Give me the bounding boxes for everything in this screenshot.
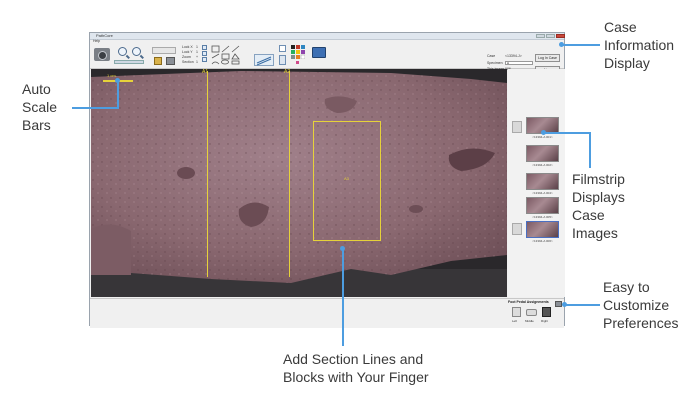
callout-line: Displays [572, 189, 625, 205]
filmstrip-callout: Filmstrip Displays Case Images [572, 170, 625, 242]
callout-line: Information [604, 37, 675, 53]
callout-line: Display [604, 55, 650, 71]
specimen-select[interactable]: A [505, 61, 533, 65]
callout-line: Filmstrip [572, 171, 625, 187]
section-label: Section [182, 60, 194, 64]
lock-x-value[interactable]: 1 [196, 45, 198, 49]
filmstrip-thumbnail[interactable] [526, 197, 559, 214]
lock-y-value[interactable]: 1 [196, 50, 198, 54]
callout-line: Images [572, 225, 618, 241]
filmstrip-thumbnail-selected[interactable] [526, 221, 559, 238]
leader-line [589, 132, 591, 168]
maximize-button[interactable] [546, 34, 555, 38]
measure-icon[interactable] [254, 53, 274, 66]
leader-dot [340, 246, 345, 251]
case-info-callout: Case Information Display [604, 18, 674, 72]
close-button[interactable] [556, 34, 565, 38]
tissue-image [91, 69, 507, 297]
grid-icon[interactable] [202, 45, 207, 50]
section-line-label: A1 [202, 69, 209, 75]
leader-line [545, 132, 591, 134]
camera-icon[interactable] [94, 48, 110, 61]
scroll-down-icon[interactable] [512, 223, 522, 235]
section-line[interactable] [207, 71, 208, 277]
leader-dot [562, 302, 567, 307]
leader-dot [559, 42, 564, 47]
specimen-label: Specimen [487, 61, 503, 65]
callout-line: Case [604, 19, 637, 35]
settings-icon[interactable] [555, 301, 562, 307]
filmstrip: <13394-A 001> <13394-A 002> <13394-A 004… [508, 69, 565, 297]
folder-icon[interactable] [154, 57, 162, 65]
drawing-tools [211, 45, 241, 65]
leader-line [117, 80, 119, 109]
image-viewer[interactable]: 1 cm A1 A2 A3 [91, 69, 507, 297]
callout-line: Add Section Lines and [283, 351, 424, 367]
case-label: Case [487, 54, 496, 58]
block-rectangle[interactable]: A3 [313, 121, 381, 241]
leader-line [563, 44, 600, 46]
case-value: <13394-J> [505, 54, 522, 58]
callout-line: Preferences [603, 315, 679, 331]
callout-line: Bars [22, 117, 51, 133]
leader-line [72, 107, 118, 109]
pedal-middle-label: Middle [525, 319, 534, 323]
thumbnail-caption: <13394-A 004> [532, 191, 553, 195]
callout-line: Blocks with Your Finger [283, 369, 429, 385]
thumbnail-caption: <13394-A 006> [532, 239, 553, 243]
printer-icon[interactable] [166, 57, 175, 65]
zoom-in-icon[interactable] [118, 47, 127, 56]
zoom-fit-icon[interactable] [279, 55, 286, 65]
trash-icon[interactable] [542, 307, 551, 317]
minimize-button[interactable] [536, 34, 545, 38]
callout-line: Auto [22, 81, 51, 97]
scale-bar-label: 1 cm [107, 73, 116, 78]
callout-line: Easy to [603, 279, 650, 295]
zoom-slider[interactable] [114, 60, 144, 64]
scroll-up-icon[interactable] [512, 121, 522, 133]
app-window: PathCore Help Lock X Lock Y Zoom Section… [89, 32, 565, 328]
pedal-right-label: Right [541, 319, 549, 323]
grid-icon[interactable] [202, 57, 207, 62]
color-indicator [296, 61, 299, 64]
section-value[interactable]: 1 [196, 60, 198, 64]
leader-line [566, 304, 600, 306]
specimen-value: A [507, 61, 510, 65]
zoom-label: Zoom [182, 55, 191, 59]
thumbnail-caption: <13394-A 005> [532, 215, 553, 219]
lock-y-label: Lock Y [182, 50, 193, 54]
filmstrip-thumbnail[interactable] [526, 145, 559, 162]
block-label: A3 [344, 176, 349, 181]
callout-line: Scale [22, 99, 58, 115]
leader-line [342, 248, 344, 346]
pedal-left-icon[interactable] [512, 307, 521, 317]
section-lines-callout: Add Section Lines and Blocks with Your F… [283, 350, 429, 386]
grid-icon[interactable] [202, 51, 207, 56]
leader-dot [115, 78, 120, 83]
section-line-label: A2 [284, 69, 291, 75]
lock-x-label: Lock X [182, 45, 193, 49]
bottom-panel: Foot Pedal Assignments Left Middle Right [90, 298, 564, 328]
color-palette[interactable] [291, 45, 306, 60]
preferences-callout: Easy to Customize Preferences [603, 278, 678, 332]
thumbnail-caption: <13394-A 001> [532, 135, 553, 139]
monitor-icon[interactable] [312, 47, 326, 58]
auto-scale-callout: Auto Scale Bars [22, 80, 57, 134]
zoom-value[interactable]: + [196, 55, 198, 59]
thumbnail-caption: <13394-A 002> [532, 163, 553, 167]
log-in-case-button[interactable]: Log In Case [535, 54, 560, 62]
foot-pedal-title: Foot Pedal Assignments [508, 300, 549, 304]
callout-line: Case [572, 207, 605, 223]
filmstrip-thumbnail[interactable] [526, 173, 559, 190]
toolbar: Lock X Lock Y Zoom Section 1 1 + 1 Case … [90, 43, 564, 79]
callout-line: Customize [603, 297, 670, 313]
blank-button[interactable] [152, 47, 176, 54]
pedal-left-label: Left [512, 319, 518, 323]
pedal-middle-icon[interactable] [526, 309, 537, 316]
leader-dot [541, 130, 546, 135]
annotate-icon[interactable] [279, 45, 286, 52]
section-line[interactable] [289, 71, 290, 277]
zoom-out-icon[interactable] [132, 47, 141, 56]
